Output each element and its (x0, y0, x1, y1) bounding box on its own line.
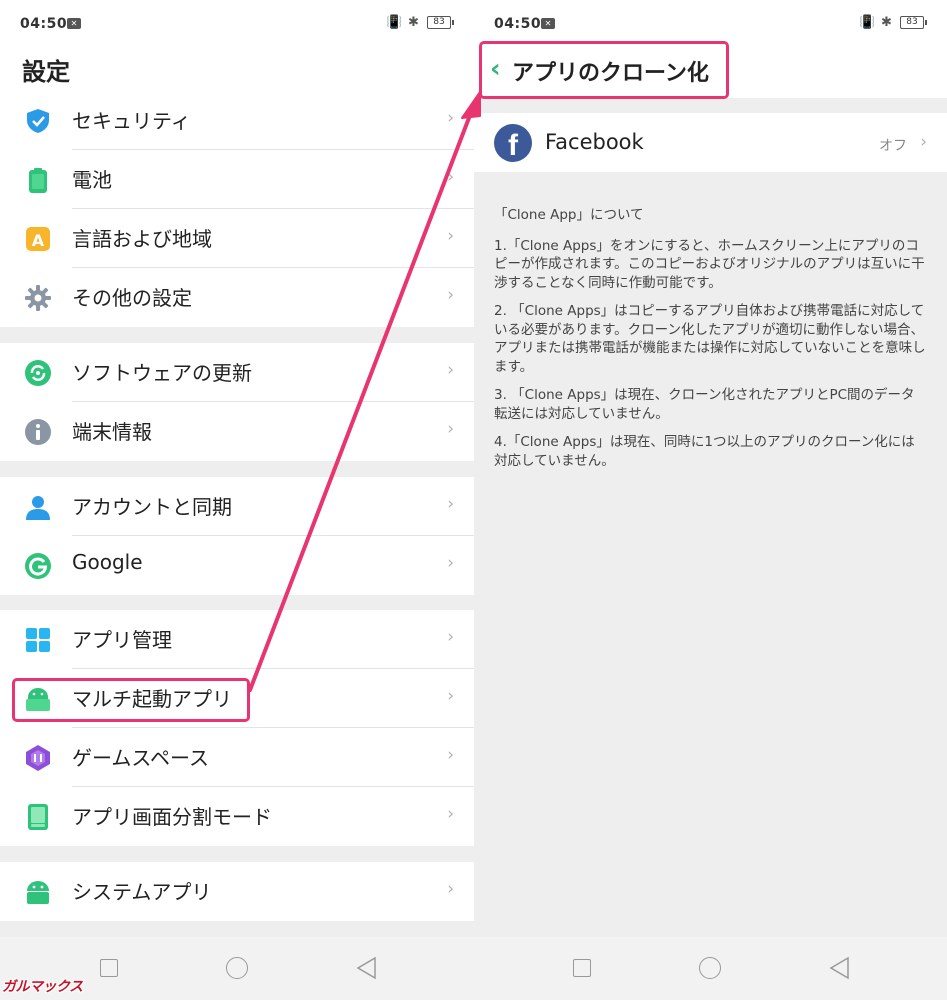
status-bar: 04:50 ✕ 📳 ✱ 83 (0, 0, 474, 48)
battery-status-icon: 83 (900, 16, 927, 29)
chevron-right-icon: › (447, 879, 454, 899)
chevron-right-icon: › (447, 167, 454, 187)
settings-item-language[interactable]: A 言語および地域 › (0, 209, 474, 268)
recents-button[interactable] (573, 959, 591, 977)
info-paragraph: 3. 「Clone Apps」は現在、クローン化されたアプリとPC間のデータ転送… (494, 387, 915, 422)
info-icon (25, 419, 51, 445)
clone-app-screen: 04:50 ✕ 📳 ✱ 83 ‹ アプリのクローン化 f Facebook オフ… (474, 0, 947, 1000)
chevron-right-icon: › (447, 108, 454, 128)
settings-item-game-space[interactable]: ゲームスペース › (0, 728, 474, 787)
clone-app-item-facebook[interactable]: f Facebook オフ › (474, 113, 947, 172)
settings-item-label: 端末情報 (72, 420, 152, 444)
settings-item-label: ソフトウェアの更新 (72, 361, 252, 385)
settings-item-other[interactable]: その他の設定 › (0, 268, 474, 327)
split-screen-icon (28, 804, 48, 830)
android-icon (27, 881, 49, 904)
chevron-right-icon: › (447, 226, 454, 246)
chevron-right-icon: › (447, 360, 454, 380)
settings-section-5: システムアプリ › (0, 862, 474, 921)
settings-section-1: セキュリティ › 電池 › A 言語および地域 › その他の設定 › (0, 91, 474, 327)
settings-section-2: ソフトウェアの更新 › 端末情報 › (0, 343, 474, 461)
settings-item-google[interactable]: Google › (0, 536, 474, 595)
language-icon: A (26, 227, 50, 251)
chevron-right-icon: › (920, 132, 927, 152)
settings-item-device-info[interactable]: 端末情報 › (0, 402, 474, 461)
notification-icon: ✕ (67, 18, 81, 29)
settings-item-system-apps[interactable]: システムアプリ › (0, 862, 474, 921)
highlight-title (479, 41, 729, 99)
vibrate-icon: 📳 (859, 15, 876, 30)
chevron-right-icon: › (447, 553, 454, 573)
google-icon (25, 553, 51, 579)
info-heading: 「Clone App」について (494, 207, 644, 223)
settings-section-4: アプリ管理 › マルチ起動アプリ › ゲームスペース › アプリ画面分割モード … (0, 610, 474, 846)
settings-item-security[interactable]: セキュリティ › (0, 91, 474, 150)
info-paragraph: 1.「Clone Apps」をオンにすると、ホームスクリーン上にアプリのコピーが… (494, 237, 925, 291)
watermark-logo: ガルマックス (2, 979, 83, 995)
highlight-multi-launch (12, 678, 250, 722)
settings-item-label: アプリ画面分割モード (72, 805, 272, 829)
page-title: 設定 (22, 58, 70, 86)
settings-item-label: その他の設定 (72, 286, 192, 310)
chevron-right-icon: › (447, 686, 454, 706)
settings-item-label: ゲームスペース (72, 746, 209, 770)
clone-app-info: 「Clone App」について 1.「Clone Apps」をオンにすると、ホー… (494, 206, 926, 480)
settings-item-software-update[interactable]: ソフトウェアの更新 › (0, 343, 474, 402)
info-paragraph: 4.「Clone Apps」は現在、同時に1つ以上のアプリのクローン化には対応し… (494, 434, 915, 469)
settings-item-label: 言語および地域 (72, 227, 212, 251)
home-button[interactable] (226, 957, 248, 979)
back-button[interactable] (828, 956, 850, 980)
notification-icon: ✕ (541, 18, 555, 29)
settings-item-app-management[interactable]: アプリ管理 › (0, 610, 474, 669)
chevron-right-icon: › (447, 285, 454, 305)
status-time: 04:50 (494, 16, 542, 32)
settings-item-label: Google (72, 550, 143, 574)
battery-status-icon: 83 (427, 16, 454, 29)
chevron-right-icon: › (447, 494, 454, 514)
svg-text:A: A (32, 231, 45, 250)
settings-item-split-screen[interactable]: アプリ画面分割モード › (0, 787, 474, 846)
settings-item-label: アカウントと同期 (72, 495, 232, 519)
chevron-right-icon: › (447, 419, 454, 439)
settings-item-label: セキュリティ (72, 109, 191, 133)
home-button[interactable] (699, 957, 721, 979)
bluetooth-icon: ✱ (881, 15, 892, 30)
gear-icon (25, 285, 51, 311)
chevron-right-icon: › (447, 627, 454, 647)
vibrate-icon: 📳 (386, 15, 403, 30)
settings-item-accounts[interactable]: アカウントと同期 › (0, 477, 474, 536)
shield-icon (27, 109, 49, 133)
bluetooth-icon: ✱ (408, 15, 419, 30)
settings-section-3: アカウントと同期 › Google › (0, 477, 474, 595)
settings-item-battery[interactable]: 電池 › (0, 150, 474, 209)
app-name: Facebook (545, 130, 644, 154)
account-icon (26, 496, 50, 520)
status-time: 04:50 (20, 16, 68, 32)
settings-screen: 04:50 ✕ 📳 ✱ 83 設定 セキュリティ › 電池 › A 言語および地… (0, 0, 474, 1000)
settings-item-label: 電池 (72, 168, 112, 192)
app-grid-icon (26, 628, 50, 652)
back-button[interactable] (355, 956, 377, 980)
settings-item-label: アプリ管理 (72, 628, 172, 652)
info-paragraph: 2. 「Clone Apps」はコピーするアプリ自体および携帯電話に対応している… (494, 303, 926, 375)
chevron-right-icon: › (447, 804, 454, 824)
recents-button[interactable] (100, 959, 118, 977)
update-icon (25, 360, 51, 386)
chevron-right-icon: › (447, 745, 454, 765)
toggle-state: オフ (879, 138, 907, 154)
navigation-bar (474, 937, 947, 1000)
facebook-icon: f (494, 124, 532, 162)
game-space-icon (26, 745, 50, 771)
battery-icon (29, 168, 47, 193)
settings-item-label: システムアプリ (72, 880, 212, 904)
